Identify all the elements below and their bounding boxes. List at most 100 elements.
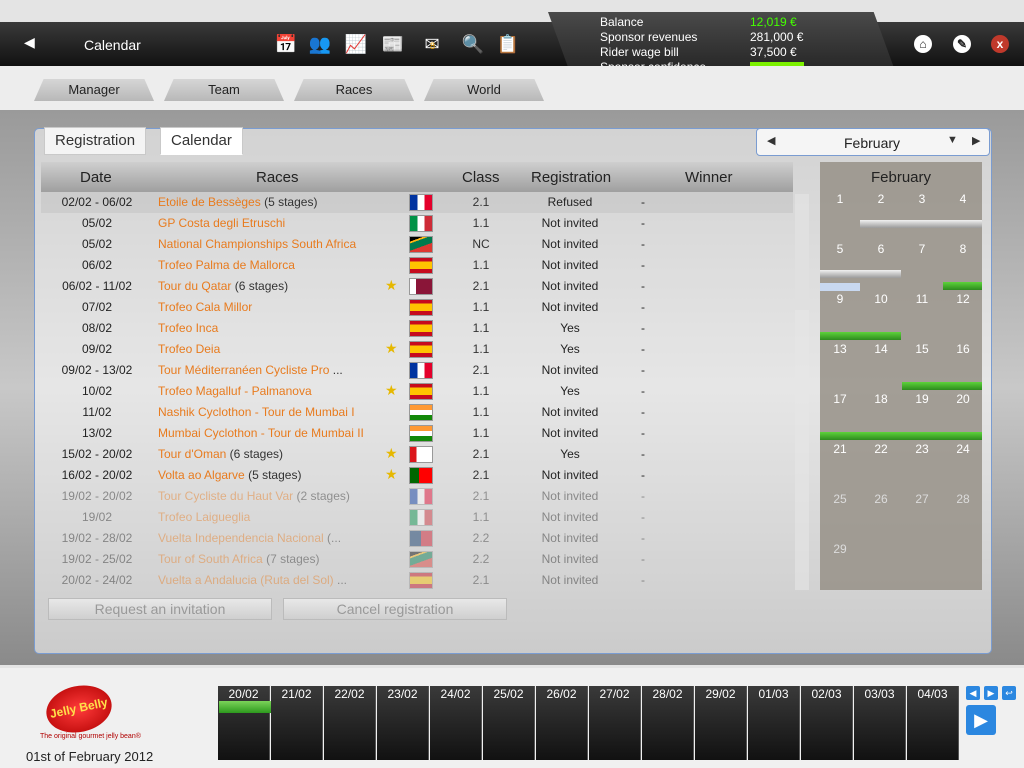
chart-icon[interactable]: 📈 [344, 33, 368, 55]
nav-tab-manager[interactable]: Manager [34, 79, 154, 101]
cancel-registration-button[interactable]: Cancel registration [283, 598, 507, 620]
calendar-day[interactable]: 6 [861, 242, 901, 256]
calendar-day[interactable]: 28 [943, 492, 983, 506]
col-registration[interactable]: Registration [531, 169, 611, 186]
play-button[interactable]: ▶ [966, 705, 996, 735]
race-name-link[interactable]: Etoile de Bessèges (5 stages) [158, 195, 317, 209]
calendar-day[interactable]: 24 [943, 442, 983, 456]
close-icon[interactable]: x [991, 35, 1009, 53]
race-name-link[interactable]: Tour Méditerranéen Cycliste Pro ... [158, 363, 343, 377]
calendar-day[interactable]: 2 [861, 192, 901, 206]
home-icon[interactable]: ⌂ [914, 35, 932, 53]
table-row[interactable]: 10/02 Trofeo Magalluf - Palmanova ★ 1.1 Yes… [41, 381, 793, 402]
calendar-day[interactable]: 29 [820, 542, 860, 556]
calendar-event-bar[interactable] [943, 282, 982, 290]
race-name-link[interactable]: Trofeo Deia [158, 342, 220, 356]
table-row[interactable]: 06/02 - 11/02 Tour du Qatar (6 stages) ★ 2.… [41, 276, 793, 297]
race-name-link[interactable]: GP Costa degli Etruschi [158, 216, 285, 230]
calendar-event-bar[interactable] [820, 283, 860, 291]
calendar-icon[interactable]: 📅 [274, 33, 298, 55]
race-name-link[interactable]: Trofeo Laigueglia [158, 510, 250, 524]
calendar-event-bar[interactable] [902, 382, 982, 390]
clipboard-icon[interactable]: 📋 [496, 33, 520, 55]
timeline-event-bar[interactable] [219, 701, 271, 713]
table-row[interactable]: 20/02 - 24/02 Vuelta a Andalucia (Ruta de… [41, 570, 793, 591]
table-row[interactable]: 08/02 Trofeo Inca 1.1 Yes - [41, 318, 793, 339]
race-name-link[interactable]: Mumbai Cyclothon - Tour de Mumbai II [158, 426, 364, 440]
calendar-event-bar[interactable] [820, 270, 901, 278]
race-name-link[interactable]: Trofeo Magalluf - Palmanova [158, 384, 312, 398]
col-winner[interactable]: Winner [685, 169, 733, 186]
table-row[interactable]: 07/02 Trofeo Cala Millor 1.1 Not invited - [41, 297, 793, 318]
calendar-day[interactable]: 4 [943, 192, 983, 206]
calendar-day[interactable]: 22 [861, 442, 901, 456]
table-row[interactable]: 11/02 Nashik Cyclothon - Tour de Mumbai I… [41, 402, 793, 423]
race-name-link[interactable]: Tour d'Oman (6 stages) [158, 447, 283, 461]
race-name-link[interactable]: Tour du Qatar (6 stages) [158, 279, 288, 293]
race-name-link[interactable]: Vuelta a Andalucia (Ruta del Sol) ... [158, 573, 347, 587]
next-month-icon[interactable]: ▶ [972, 134, 980, 147]
calendar-day[interactable]: 12 [943, 292, 983, 306]
calendar-day[interactable]: 5 [820, 242, 860, 256]
calendar-event-bar[interactable] [820, 332, 901, 340]
calendar-day[interactable]: 27 [902, 492, 942, 506]
nav-tab-world[interactable]: World [424, 79, 544, 101]
table-row[interactable]: 13/02 Mumbai Cyclothon - Tour de Mumbai I… [41, 423, 793, 444]
request-invitation-button[interactable]: Request an invitation [48, 598, 272, 620]
calendar-day[interactable]: 15 [902, 342, 942, 356]
dropdown-icon[interactable]: ▼ [947, 134, 958, 146]
table-row[interactable]: 09/02 - 13/02 Tour Méditerranéen Cycliste… [41, 360, 793, 381]
table-row[interactable]: 15/02 - 20/02 Tour d'Oman (6 stages) ★ 2.1 Y… [41, 444, 793, 465]
table-row[interactable]: 19/02 Trofeo Laigueglia 1.1 Not invited - [41, 507, 793, 528]
calendar-day[interactable]: 9 [820, 292, 860, 306]
tab-calendar[interactable]: Calendar [160, 127, 243, 155]
race-name-link[interactable]: Tour Cycliste du Haut Var (2 stages) [158, 489, 350, 503]
calendar-day[interactable]: 26 [861, 492, 901, 506]
calendar-day[interactable]: 3 [902, 192, 942, 206]
race-name-link[interactable]: Trofeo Cala Millor [158, 300, 252, 314]
table-row[interactable]: 19/02 - 25/02 Tour of South Africa (7 sta… [41, 549, 793, 570]
back-arrow-icon[interactable]: ◀ [24, 34, 35, 51]
calendar-day[interactable]: 10 [861, 292, 901, 306]
race-name-link[interactable]: Volta ao Algarve (5 stages) [158, 468, 301, 482]
calendar-day[interactable]: 25 [820, 492, 860, 506]
timeline-next-icon[interactable]: ▶ [984, 686, 998, 700]
mail-icon[interactable]: ✉ 8 [420, 33, 444, 55]
race-name-link[interactable]: Trofeo Inca [158, 321, 218, 335]
calendar-day[interactable]: 19 [902, 392, 942, 406]
table-row[interactable]: 19/02 - 28/02 Vuelta Independencia Nacion… [41, 528, 793, 549]
col-races[interactable]: Races [256, 169, 299, 186]
col-class[interactable]: Class [462, 169, 500, 186]
table-row[interactable]: 16/02 - 20/02 Volta ao Algarve (5 stages)… [41, 465, 793, 486]
timeline-return-icon[interactable]: ↩ [1002, 686, 1016, 700]
calendar-day[interactable]: 20 [943, 392, 983, 406]
nav-tab-team[interactable]: Team [164, 79, 284, 101]
race-name-link[interactable]: Nashik Cyclothon - Tour de Mumbai I [158, 405, 355, 419]
calendar-day[interactable]: 17 [820, 392, 860, 406]
race-name-link[interactable]: Trofeo Palma de Mallorca [158, 258, 295, 272]
calendar-day[interactable]: 8 [943, 242, 983, 256]
newspaper-icon[interactable]: 📰 [381, 33, 405, 55]
table-row[interactable]: 19/02 - 20/02 Tour Cycliste du Haut Var (… [41, 486, 793, 507]
calendar-day[interactable]: 18 [861, 392, 901, 406]
calendar-day[interactable]: 1 [820, 192, 860, 206]
tab-registration[interactable]: Registration [44, 127, 147, 155]
table-row[interactable]: 09/02 Trofeo Deia ★ 1.1 Yes - [41, 339, 793, 360]
team-icon[interactable]: 👥 [308, 33, 332, 55]
scrollbar-thumb[interactable] [795, 210, 809, 310]
race-name-link[interactable]: Tour of South Africa (7 stages) [158, 552, 319, 566]
calendar-day[interactable]: 16 [943, 342, 983, 356]
table-row[interactable]: 02/02 - 06/02 Etoile de Bessèges (5 stage… [41, 192, 793, 213]
calendar-day[interactable]: 23 [902, 442, 942, 456]
col-date[interactable]: Date [80, 169, 112, 186]
search-icon[interactable]: 🔍 [461, 33, 485, 55]
calendar-day[interactable]: 11 [902, 292, 942, 306]
table-row[interactable]: 05/02 National Championships South Africa… [41, 234, 793, 255]
calendar-day[interactable]: 7 [902, 242, 942, 256]
race-name-link[interactable]: National Championships South Africa [158, 237, 356, 251]
calendar-event-bar[interactable] [820, 432, 982, 440]
timeline-prev-icon[interactable]: ◀ [966, 686, 980, 700]
calendar-day[interactable]: 21 [820, 442, 860, 456]
calendar-day[interactable]: 13 [820, 342, 860, 356]
calendar-event-bar[interactable] [860, 220, 982, 228]
